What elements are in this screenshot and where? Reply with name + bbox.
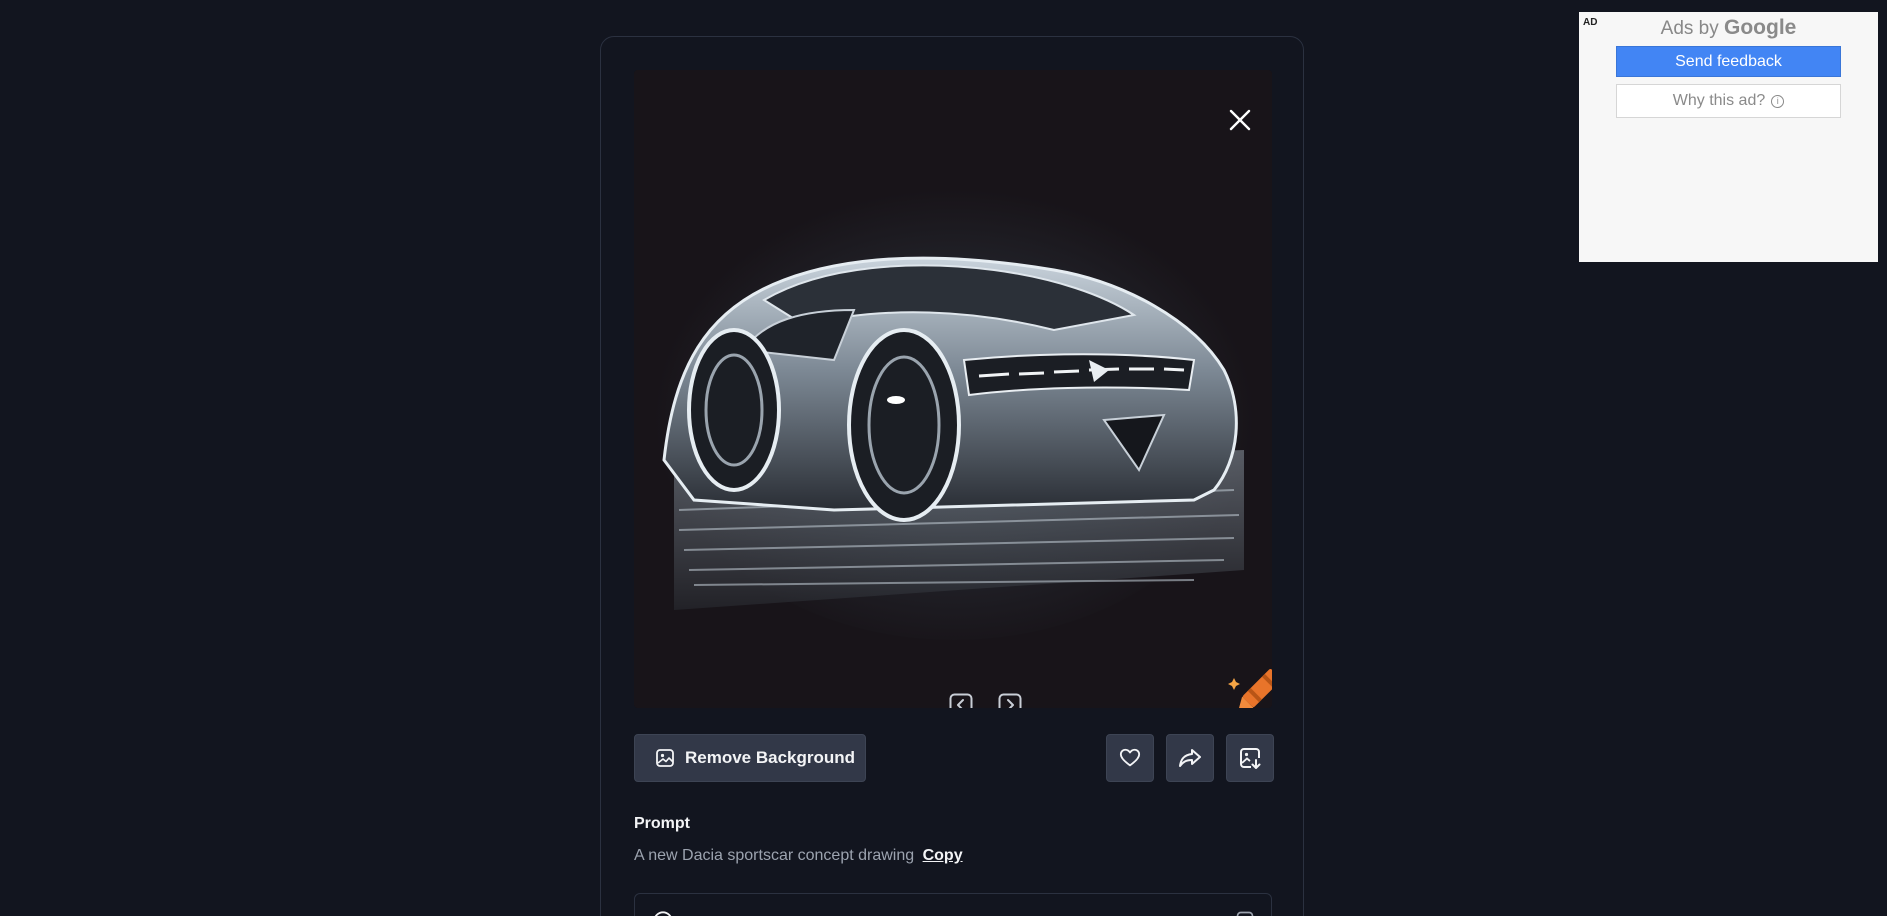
like-button[interactable] [1106, 734, 1154, 782]
chevron-right-icon [998, 693, 1022, 708]
ads-by-google[interactable]: Ads by Google [1579, 16, 1878, 40]
page: Remove Background Prompt A new Dacia spo… [0, 0, 1887, 916]
heart-icon [1119, 748, 1141, 767]
previous-image-button[interactable] [949, 693, 973, 708]
why-this-ad-label: Why this ad? [1672, 92, 1766, 109]
close-icon [1229, 109, 1251, 131]
details-panel[interactable] [634, 893, 1272, 916]
car-drawing [634, 70, 1272, 708]
generated-image [634, 70, 1272, 708]
next-image-button[interactable] [998, 693, 1022, 708]
image-detail-modal: Remove Background Prompt A new Dacia spo… [600, 36, 1304, 916]
save-image-button[interactable] [1226, 734, 1274, 782]
expand-icon [1236, 911, 1254, 916]
info-circle-icon [654, 911, 672, 916]
image-icon [656, 749, 674, 767]
copy-prompt-link[interactable]: Copy [923, 847, 963, 864]
remove-background-button[interactable]: Remove Background [634, 734, 866, 782]
crayon-logo [1224, 660, 1272, 708]
send-feedback-button[interactable]: Send feedback [1616, 46, 1841, 77]
ad-panel: AD Ads by Google Send feedback Why this … [1579, 12, 1878, 262]
remove-background-label: Remove Background [685, 748, 856, 767]
info-icon: i [1771, 94, 1785, 108]
crayon-logo-icon [1228, 669, 1272, 708]
prompt-text-row: A new Dacia sportscar concept drawing Co… [634, 847, 963, 865]
chevron-left-icon [949, 693, 973, 708]
google-brand: Google [1724, 16, 1797, 39]
share-button[interactable] [1166, 734, 1214, 782]
share-icon [1179, 749, 1201, 767]
close-button[interactable] [1224, 104, 1256, 136]
prompt-text: A new Dacia sportscar concept drawing [634, 847, 915, 864]
prompt-heading: Prompt [634, 815, 690, 832]
ads-by-prefix: Ads by [1660, 18, 1719, 39]
save-image-icon [1240, 748, 1261, 769]
send-feedback-label: Send feedback [1675, 52, 1782, 70]
why-this-ad-button[interactable]: Why this ad? i [1616, 84, 1841, 118]
